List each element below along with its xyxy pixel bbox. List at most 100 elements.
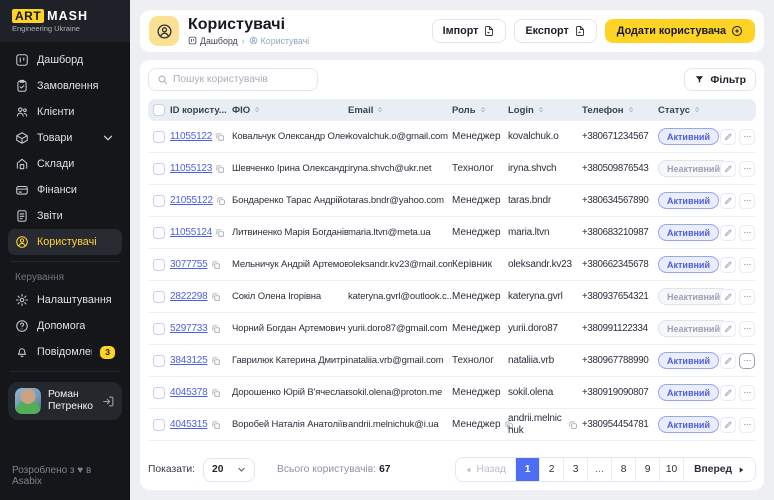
table-row: 4045378 Дорошенко Юрій В'ячеслав... sokil.… [148,377,756,409]
column-header-4[interactable]: Login [508,105,582,116]
user-fio: Сокіл Олена Ігорівна [232,291,322,302]
sidebar-item-orders[interactable]: Замовлення [8,73,122,99]
more-button[interactable] [739,384,755,401]
edit-button[interactable] [720,224,736,241]
plus-circle-icon [731,25,743,37]
edit-button[interactable] [720,192,736,209]
user-id-link[interactable]: 3843125 [170,355,208,366]
column-header-2[interactable]: Email [348,105,452,116]
column-header-0[interactable]: ID користу... [170,105,232,116]
cell-role: Менеджер [452,195,508,206]
sidebar-item-warehouses[interactable]: Склади [8,151,122,177]
pagination-prev-button[interactable]: Назад [455,458,516,481]
pagination-page-10[interactable]: 10 [659,458,684,481]
more-button[interactable] [739,320,755,337]
pagination-next-button[interactable]: Вперед [683,458,755,481]
export-button[interactable]: Експорт [514,19,597,43]
column-header-3[interactable]: Роль [452,105,508,116]
pagination-page-2[interactable]: 2 [539,458,564,481]
pagination-page-8[interactable]: 8 [611,458,636,481]
search-box[interactable] [148,68,318,91]
more-button[interactable] [739,256,755,273]
row-checkbox[interactable] [153,418,165,431]
row-checkbox[interactable] [153,226,165,239]
row-checkbox[interactable] [153,386,165,399]
breadcrumb-dashboard[interactable]: Дашборд [188,36,238,46]
more-button[interactable] [739,128,755,145]
sidebar-item-products[interactable]: Товари [8,125,122,151]
sort-icon [537,105,545,115]
settings-icon [15,293,29,307]
edit-button[interactable] [720,256,736,273]
user-email: maria.ltvn@meta.ua [348,227,431,238]
edit-button[interactable] [720,416,736,433]
row-checkbox[interactable] [153,290,165,303]
row-checkbox[interactable] [153,322,165,335]
user-id-link[interactable]: 11055124 [170,227,212,238]
row-checkbox[interactable] [153,130,165,143]
user-role: Керівник [452,259,492,270]
sidebar-item-users[interactable]: Користувачі [8,229,122,255]
search-input[interactable] [173,74,309,85]
edit-button[interactable] [720,288,736,305]
pagination-page-1[interactable]: 1 [515,458,540,481]
row-checkbox[interactable] [153,258,165,271]
add-user-button[interactable]: Додати користувача [604,19,755,43]
clients-icon [15,105,29,119]
select-all-checkbox[interactable] [153,104,165,116]
next-arrow-icon [737,466,745,474]
import-button[interactable]: Імпорт [431,19,507,43]
column-header-5[interactable]: Телефон [582,105,658,116]
cell-status: Неактивний [658,320,729,337]
user-id-link[interactable]: 5297733 [170,323,208,334]
column-header-6[interactable]: Статус [658,105,720,116]
orders-icon [15,79,29,93]
user-id-link[interactable]: 2822298 [170,291,208,302]
user-role: Менеджер [452,291,501,302]
table-row: 21055122 Бондаренко Тарас Андрійов... tara… [148,185,756,217]
sidebar-item-settings[interactable]: Налаштування [8,287,122,313]
profile-card[interactable]: Роман Петренко [8,382,122,420]
cell-login: iryna.shvch [508,163,582,175]
sidebar-item-reports[interactable]: Звіти [8,203,122,229]
row-checkbox[interactable] [153,354,165,367]
pagination-page-3[interactable]: 3 [563,458,588,481]
cell-login: yurii.doro87 [508,323,582,335]
more-button[interactable] [739,352,755,369]
user-login: taras.bndr [508,194,552,206]
user-email: kateryna.gvrl@outlook.c... [348,291,452,302]
user-id-link[interactable]: 4045378 [170,387,208,398]
sidebar-item-finances[interactable]: Фінанси [8,177,122,203]
user-id-link[interactable]: 4045315 [170,419,208,430]
cell-role: Технолог [452,163,508,174]
cell-phone: +380991122334 [582,323,658,334]
edit-button[interactable] [720,128,736,145]
edit-button[interactable] [720,352,736,369]
edit-button[interactable] [720,320,736,337]
sidebar-item-clients[interactable]: Клієнти [8,99,122,125]
sidebar-item-notifications[interactable]: Повідомлення 3 [8,339,122,365]
filter-button[interactable]: Фільтр [684,68,756,91]
user-id-link[interactable]: 21055122 [170,195,213,206]
status-badge: Активний [658,384,719,401]
user-id-link[interactable]: 11055123 [170,163,212,174]
row-checkbox[interactable] [153,162,165,175]
column-header-label: ID користу... [170,104,227,116]
sidebar-item-help[interactable]: Допомога [8,313,122,339]
sidebar-item-dashboard[interactable]: Дашборд [8,47,122,73]
column-header-1[interactable]: ФІО [232,105,348,116]
more-button[interactable] [739,288,755,305]
edit-button[interactable] [720,384,736,401]
user-id-link[interactable]: 11055122 [170,131,212,142]
more-button[interactable] [739,160,755,177]
more-button[interactable] [739,192,755,209]
pagination-page-9[interactable]: 9 [635,458,660,481]
user-id-link[interactable]: 3077755 [170,259,208,270]
more-button[interactable] [739,224,755,241]
edit-button[interactable] [720,160,736,177]
page-size-select[interactable]: 20 [203,457,256,482]
row-checkbox[interactable] [153,194,165,207]
sidebar-item-label: Налаштування [37,294,112,306]
more-button[interactable] [739,416,755,433]
logout-icon[interactable] [102,395,115,408]
